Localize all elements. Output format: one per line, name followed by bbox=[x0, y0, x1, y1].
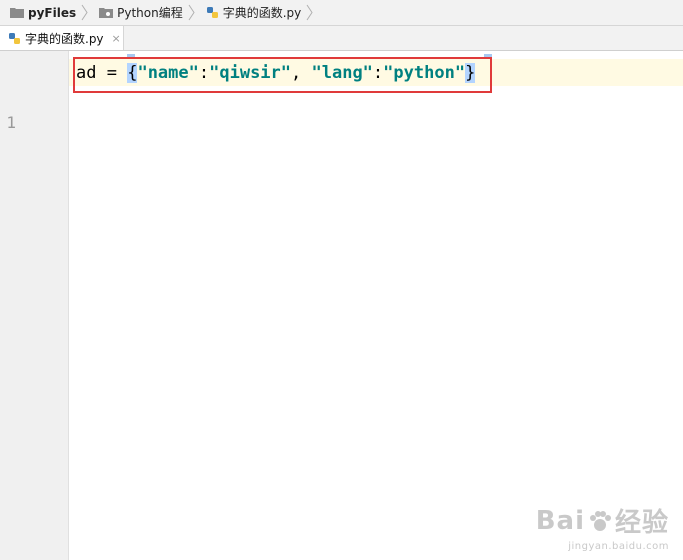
watermark-text: Bai bbox=[535, 505, 585, 536]
breadcrumb: pyFiles Python编程 字典的函数.py bbox=[0, 0, 683, 26]
watermark-logo: Bai 经验 bbox=[536, 502, 669, 539]
breadcrumb-label: 字典的函数.py bbox=[222, 6, 302, 20]
chevron-right-icon bbox=[188, 4, 195, 21]
close-icon[interactable]: × bbox=[112, 32, 121, 45]
python-file-icon bbox=[206, 7, 218, 18]
watermark: Bai 经验 jingyan.baidu.com bbox=[536, 502, 669, 553]
paw-icon bbox=[589, 510, 611, 531]
editor-tab-bar: 字典的函数.py × bbox=[0, 26, 683, 51]
chevron-right-icon bbox=[81, 4, 88, 21]
code-editor[interactable]: ad = {"name":"qiwsir", "lang":"python"} bbox=[69, 51, 683, 560]
breadcrumb-label: Python编程 bbox=[117, 6, 183, 20]
tab-label: 字典的函数.py bbox=[25, 31, 104, 46]
watermark-text: 经验 bbox=[614, 508, 669, 538]
line-number: 1 bbox=[6, 113, 16, 132]
breadcrumb-item-file[interactable]: 字典的函数.py bbox=[197, 0, 302, 25]
python-file-icon bbox=[9, 32, 20, 44]
tab-dict-functions[interactable]: 字典的函数.py × bbox=[0, 26, 124, 50]
breadcrumb-item-pyfiles[interactable]: pyFiles bbox=[0, 0, 76, 25]
line-gutter: 1 bbox=[0, 51, 69, 560]
breadcrumb-item-python-biancheng[interactable]: Python编程 bbox=[90, 0, 183, 25]
chevron-right-icon bbox=[306, 4, 313, 21]
folder-icon bbox=[99, 8, 114, 18]
highlight-annotation-box bbox=[73, 57, 492, 93]
watermark-url: jingyan.baidu.com bbox=[568, 541, 669, 552]
folder-icon bbox=[10, 8, 24, 18]
breadcrumb-label: pyFiles bbox=[28, 5, 77, 20]
